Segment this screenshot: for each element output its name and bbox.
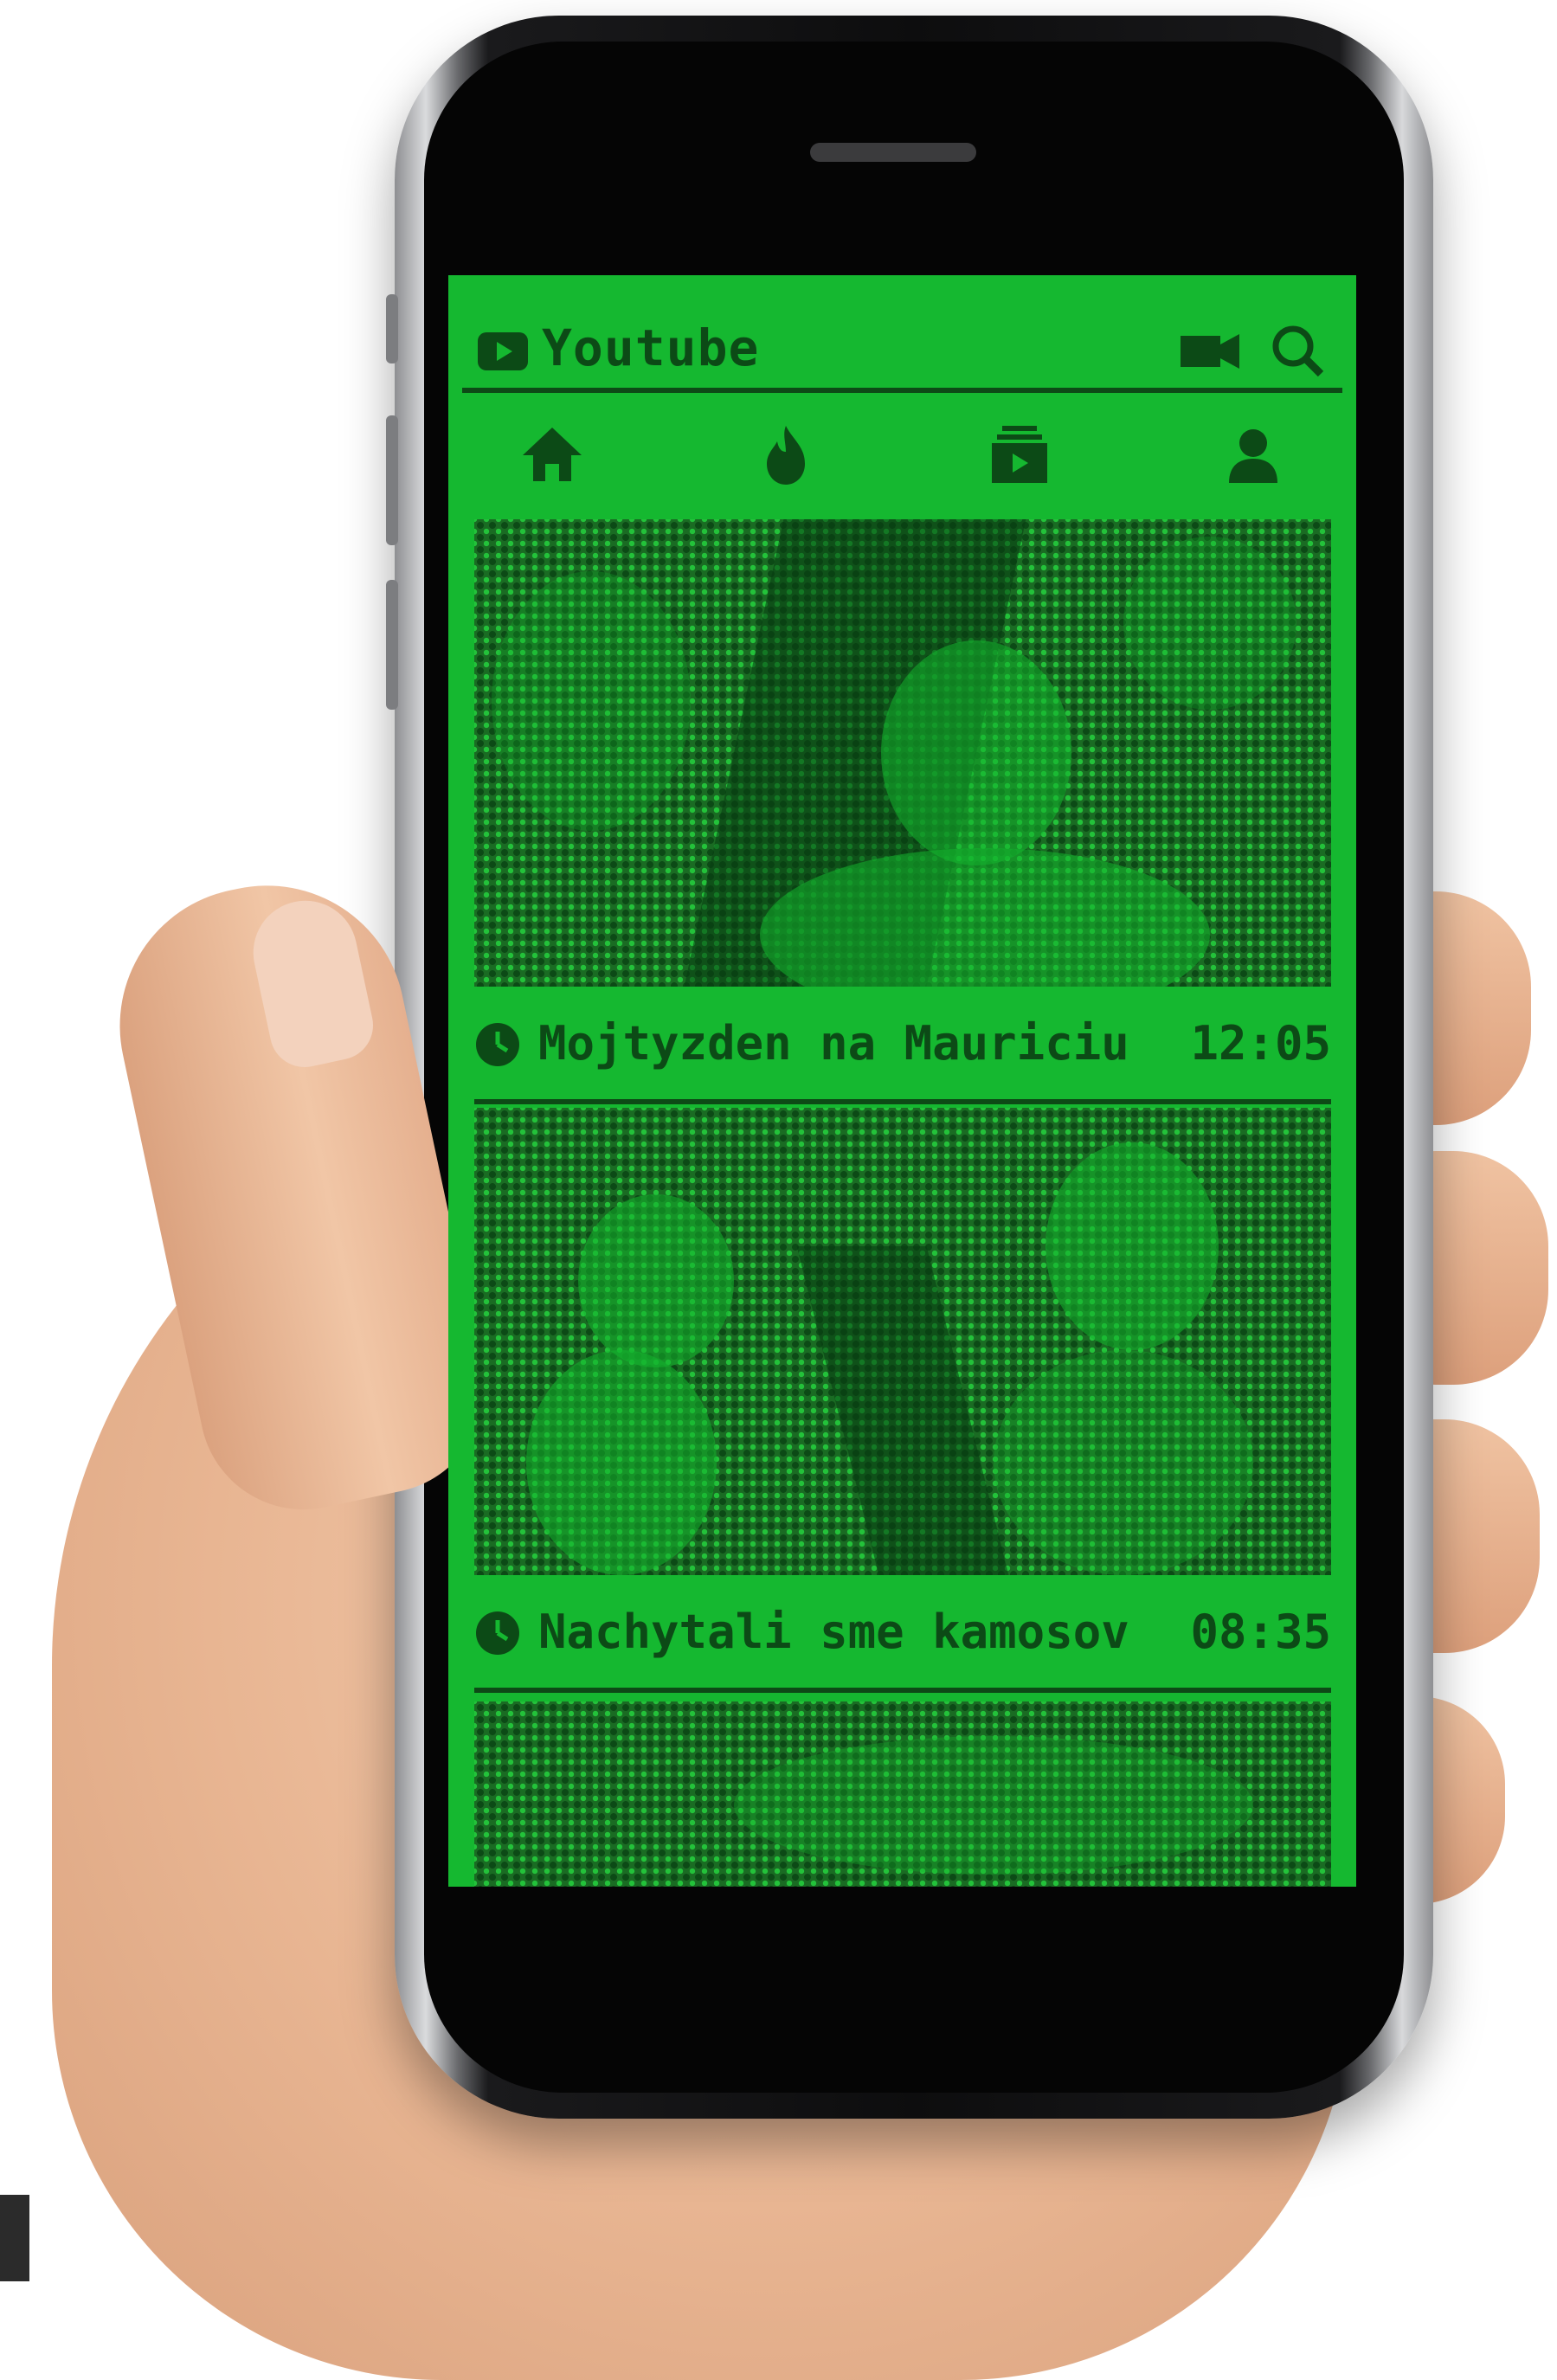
mute-switch xyxy=(386,294,398,363)
video-divider xyxy=(474,1099,1331,1104)
video-card[interactable] xyxy=(474,1701,1331,1887)
video-card[interactable]: Mojtyzden na Mauriciu 12:05 xyxy=(474,519,1331,1125)
clock-icon xyxy=(474,1021,521,1068)
page-edge-mark xyxy=(0,2195,29,2281)
subscriptions-icon[interactable] xyxy=(985,421,1054,490)
youtube-logo-icon xyxy=(478,332,528,370)
video-thumbnail[interactable] xyxy=(474,519,1331,987)
camera-icon[interactable] xyxy=(1177,320,1245,381)
video-card[interactable]: Nachytali sme kamosov 08:35 xyxy=(474,1108,1331,1714)
video-title[interactable]: Nachytali sme kamosov xyxy=(538,1605,1129,1659)
volume-up-button xyxy=(386,415,398,545)
app-title: Youtube xyxy=(542,318,760,377)
search-icon[interactable] xyxy=(1265,320,1333,381)
video-caption: Mojtyzden na Mauriciu 12:05 xyxy=(474,1006,1331,1084)
app-screen: Youtube Mojtyzden na Mauriciu 12:05 Nach… xyxy=(448,275,1356,1887)
clock-icon xyxy=(474,1610,521,1656)
header-divider xyxy=(462,388,1342,393)
earpiece-speaker xyxy=(810,143,976,162)
home-icon[interactable] xyxy=(518,421,587,490)
account-icon[interactable] xyxy=(1219,421,1288,490)
nav-bar xyxy=(448,403,1356,507)
video-caption: Nachytali sme kamosov 08:35 xyxy=(474,1594,1331,1672)
video-thumbnail[interactable] xyxy=(474,1108,1331,1575)
flame-icon[interactable] xyxy=(751,421,820,490)
volume-down-button xyxy=(386,580,398,710)
app-header: Youtube xyxy=(448,275,1356,396)
video-duration: 08:35 xyxy=(1190,1605,1331,1659)
video-duration: 12:05 xyxy=(1190,1016,1331,1071)
video-thumbnail[interactable] xyxy=(474,1701,1331,1887)
video-divider xyxy=(474,1688,1331,1693)
video-title[interactable]: Mojtyzden na Mauriciu xyxy=(538,1016,1129,1071)
